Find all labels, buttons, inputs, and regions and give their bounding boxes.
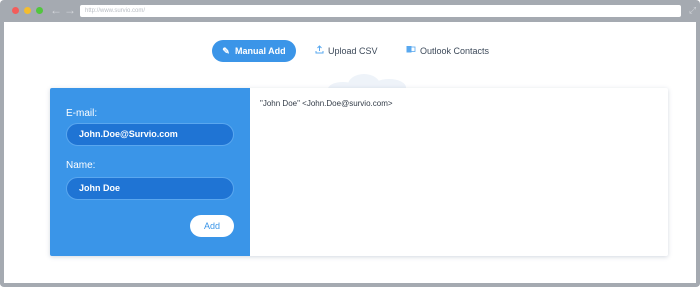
- contacts-list[interactable]: "John Doe" <John.Doe@survio.com>: [260, 99, 393, 108]
- contact-form: E-mail: John.Doe@Survio.com Name: John D…: [50, 88, 250, 256]
- manual-add-card: E-mail: John.Doe@Survio.com Name: John D…: [50, 88, 668, 256]
- tab-outlook-contacts[interactable]: Outlook Contacts: [406, 40, 489, 62]
- address-bar[interactable]: http://www.survio.com/: [80, 5, 681, 17]
- tab-label: Manual Add: [235, 46, 286, 56]
- expand-icon[interactable]: ⤢: [689, 5, 696, 15]
- email-label: E-mail:: [66, 108, 98, 119]
- add-button[interactable]: Add: [190, 215, 234, 237]
- minimize-window-icon[interactable]: [24, 7, 31, 14]
- tab-manual-add[interactable]: ✎ Manual Add: [212, 40, 296, 62]
- list-item: "John Doe" <John.Doe@survio.com>: [260, 99, 393, 108]
- page-content: ✎ Manual Add Upload CSV Outlook Contacts …: [8, 22, 696, 283]
- browser-toolbar: ← → http://www.survio.com/ ⤢: [4, 0, 696, 22]
- pencil-icon: ✎: [222, 46, 230, 56]
- tab-label: Outlook Contacts: [420, 46, 490, 56]
- outlook-icon: [406, 40, 416, 62]
- name-field[interactable]: John Doe: [66, 177, 234, 200]
- browser-window: ← → http://www.survio.com/ ⤢ ✎ Manual Add…: [0, 0, 700, 287]
- tab-label: Upload CSV: [328, 46, 378, 56]
- name-label: Name:: [66, 160, 96, 171]
- email-field[interactable]: John.Doe@Survio.com: [66, 123, 234, 146]
- back-arrow-icon[interactable]: ←: [50, 3, 62, 17]
- forward-arrow-icon[interactable]: →: [64, 3, 76, 17]
- tab-upload-csv[interactable]: Upload CSV: [314, 40, 378, 62]
- upload-icon: [314, 40, 324, 62]
- maximize-window-icon[interactable]: [36, 7, 43, 14]
- close-window-icon[interactable]: [12, 7, 19, 14]
- import-tabs: ✎ Manual Add Upload CSV Outlook Contacts: [8, 40, 696, 62]
